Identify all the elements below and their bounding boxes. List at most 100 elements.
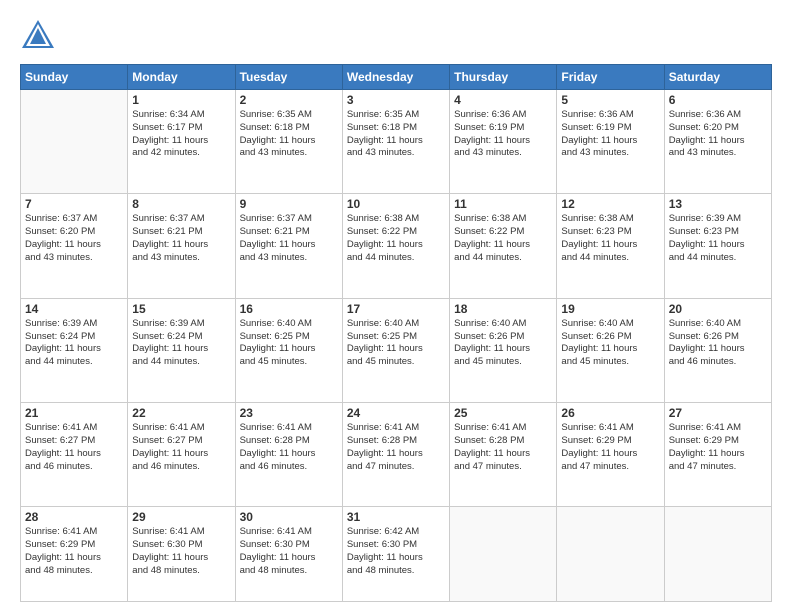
calendar-header-thursday: Thursday <box>450 65 557 90</box>
day-number: 10 <box>347 197 445 211</box>
day-number: 22 <box>132 406 230 420</box>
day-number: 27 <box>669 406 767 420</box>
calendar-cell: 8 Sunrise: 6:37 AM Sunset: 6:21 PM Daylig… <box>128 194 235 298</box>
cell-content: Sunrise: 6:40 AM Sunset: 6:26 PM Dayligh… <box>561 318 659 369</box>
calendar-week-row: 7Sunrise: 6:37 AM Sunset: 6:20 PM Daylig… <box>21 194 772 298</box>
cell-content: Sunrise: 6:41 AM Sunset: 6:29 PM Dayligh… <box>669 422 767 473</box>
calendar-cell: 25Sunrise: 6:41 AM Sunset: 6:28 PM Dayli… <box>450 403 557 507</box>
calendar-cell: 20 Sunrise: 6:40 AM Sunset: 6:26 PM Dayli… <box>664 298 771 402</box>
day-number: 31 <box>347 510 445 524</box>
day-number: 9 <box>240 197 338 211</box>
day-number: 19 <box>561 302 659 316</box>
cell-content: Sunrise: 6:40 AM Sunset: 6:25 PM Dayligh… <box>240 318 338 369</box>
day-number: 8 <box>132 197 230 211</box>
calendar-cell: 18 Sunrise: 6:40 AM Sunset: 6:26 PM Dayli… <box>450 298 557 402</box>
logo-icon <box>20 18 56 54</box>
cell-content: Sunrise: 6:41 AM Sunset: 6:30 PM Dayligh… <box>240 526 338 577</box>
cell-content: Sunrise: 6:41 AM Sunset: 6:28 PM Dayligh… <box>454 422 552 473</box>
calendar-cell: 4Sunrise: 6:36 AM Sunset: 6:19 PM Daylig… <box>450 90 557 194</box>
calendar-cell: 31 Sunrise: 6:42 AM Sunset: 6:30 PM Dayli… <box>342 507 449 602</box>
calendar-header-row: SundayMondayTuesdayWednesdayThursdayFrid… <box>21 65 772 90</box>
calendar-cell: 10Sunrise: 6:38 AM Sunset: 6:22 PM Dayli… <box>342 194 449 298</box>
day-number: 5 <box>561 93 659 107</box>
calendar-cell: 27 Sunrise: 6:41 AM Sunset: 6:29 PM Dayli… <box>664 403 771 507</box>
cell-content: Sunrise: 6:41 AM Sunset: 6:28 PM Dayligh… <box>240 422 338 473</box>
calendar-cell: 3 Sunrise: 6:35 AM Sunset: 6:18 PM Daylig… <box>342 90 449 194</box>
cell-content: Sunrise: 6:40 AM Sunset: 6:26 PM Dayligh… <box>454 318 552 369</box>
calendar-cell: 19 Sunrise: 6:40 AM Sunset: 6:26 PM Dayli… <box>557 298 664 402</box>
calendar-cell: 5Sunrise: 6:36 AM Sunset: 6:19 PM Daylig… <box>557 90 664 194</box>
calendar-cell: 11Sunrise: 6:38 AM Sunset: 6:22 PM Dayli… <box>450 194 557 298</box>
calendar-cell: 28Sunrise: 6:41 AM Sunset: 6:29 PM Dayli… <box>21 507 128 602</box>
cell-content: Sunrise: 6:41 AM Sunset: 6:30 PM Dayligh… <box>132 526 230 577</box>
cell-content: Sunrise: 6:41 AM Sunset: 6:27 PM Dayligh… <box>132 422 230 473</box>
cell-content: Sunrise: 6:35 AM Sunset: 6:18 PM Dayligh… <box>347 109 445 160</box>
day-number: 29 <box>132 510 230 524</box>
cell-content: Sunrise: 6:42 AM Sunset: 6:30 PM Dayligh… <box>347 526 445 577</box>
calendar-cell: 9Sunrise: 6:37 AM Sunset: 6:21 PM Daylig… <box>235 194 342 298</box>
calendar-cell <box>450 507 557 602</box>
calendar-week-row: 1 Sunrise: 6:34 AM Sunset: 6:17 PM Daylig… <box>21 90 772 194</box>
cell-content: Sunrise: 6:39 AM Sunset: 6:24 PM Dayligh… <box>132 318 230 369</box>
calendar-header-sunday: Sunday <box>21 65 128 90</box>
cell-content: Sunrise: 6:34 AM Sunset: 6:17 PM Dayligh… <box>132 109 230 160</box>
cell-content: Sunrise: 6:41 AM Sunset: 6:27 PM Dayligh… <box>25 422 123 473</box>
calendar-header-tuesday: Tuesday <box>235 65 342 90</box>
day-number: 7 <box>25 197 123 211</box>
day-number: 20 <box>669 302 767 316</box>
calendar-cell: 21 Sunrise: 6:41 AM Sunset: 6:27 PM Dayli… <box>21 403 128 507</box>
cell-content: Sunrise: 6:36 AM Sunset: 6:19 PM Dayligh… <box>454 109 552 160</box>
day-number: 16 <box>240 302 338 316</box>
cell-content: Sunrise: 6:38 AM Sunset: 6:22 PM Dayligh… <box>454 213 552 264</box>
cell-content: Sunrise: 6:38 AM Sunset: 6:23 PM Dayligh… <box>561 213 659 264</box>
calendar-cell <box>664 507 771 602</box>
day-number: 18 <box>454 302 552 316</box>
day-number: 13 <box>669 197 767 211</box>
day-number: 12 <box>561 197 659 211</box>
day-number: 2 <box>240 93 338 107</box>
calendar-week-row: 21 Sunrise: 6:41 AM Sunset: 6:27 PM Dayli… <box>21 403 772 507</box>
calendar-cell: 6 Sunrise: 6:36 AM Sunset: 6:20 PM Daylig… <box>664 90 771 194</box>
calendar-cell: 1 Sunrise: 6:34 AM Sunset: 6:17 PM Daylig… <box>128 90 235 194</box>
cell-content: Sunrise: 6:41 AM Sunset: 6:28 PM Dayligh… <box>347 422 445 473</box>
day-number: 26 <box>561 406 659 420</box>
cell-content: Sunrise: 6:35 AM Sunset: 6:18 PM Dayligh… <box>240 109 338 160</box>
day-number: 15 <box>132 302 230 316</box>
day-number: 21 <box>25 406 123 420</box>
day-number: 6 <box>669 93 767 107</box>
calendar-cell: 2 Sunrise: 6:35 AM Sunset: 6:18 PM Daylig… <box>235 90 342 194</box>
calendar-cell: 7Sunrise: 6:37 AM Sunset: 6:20 PM Daylig… <box>21 194 128 298</box>
calendar-cell <box>557 507 664 602</box>
calendar-cell <box>21 90 128 194</box>
cell-content: Sunrise: 6:39 AM Sunset: 6:24 PM Dayligh… <box>25 318 123 369</box>
day-number: 1 <box>132 93 230 107</box>
cell-content: Sunrise: 6:41 AM Sunset: 6:29 PM Dayligh… <box>561 422 659 473</box>
calendar-cell: 30 Sunrise: 6:41 AM Sunset: 6:30 PM Dayli… <box>235 507 342 602</box>
calendar-header-wednesday: Wednesday <box>342 65 449 90</box>
cell-content: Sunrise: 6:40 AM Sunset: 6:25 PM Dayligh… <box>347 318 445 369</box>
calendar-cell: 23 Sunrise: 6:41 AM Sunset: 6:28 PM Dayli… <box>235 403 342 507</box>
day-number: 30 <box>240 510 338 524</box>
calendar-header-friday: Friday <box>557 65 664 90</box>
calendar-week-row: 28Sunrise: 6:41 AM Sunset: 6:29 PM Dayli… <box>21 507 772 602</box>
calendar-cell: 17 Sunrise: 6:40 AM Sunset: 6:25 PM Dayli… <box>342 298 449 402</box>
header <box>20 18 772 54</box>
calendar-header-saturday: Saturday <box>664 65 771 90</box>
calendar-header-monday: Monday <box>128 65 235 90</box>
day-number: 17 <box>347 302 445 316</box>
cell-content: Sunrise: 6:36 AM Sunset: 6:20 PM Dayligh… <box>669 109 767 160</box>
logo <box>20 18 60 54</box>
cell-content: Sunrise: 6:40 AM Sunset: 6:26 PM Dayligh… <box>669 318 767 369</box>
day-number: 28 <box>25 510 123 524</box>
calendar-cell: 16 Sunrise: 6:40 AM Sunset: 6:25 PM Dayli… <box>235 298 342 402</box>
calendar-cell: 14 Sunrise: 6:39 AM Sunset: 6:24 PM Dayli… <box>21 298 128 402</box>
day-number: 3 <box>347 93 445 107</box>
page: SundayMondayTuesdayWednesdayThursdayFrid… <box>0 0 792 612</box>
calendar-week-row: 14 Sunrise: 6:39 AM Sunset: 6:24 PM Dayli… <box>21 298 772 402</box>
calendar-cell: 12 Sunrise: 6:38 AM Sunset: 6:23 PM Dayli… <box>557 194 664 298</box>
day-number: 14 <box>25 302 123 316</box>
cell-content: Sunrise: 6:37 AM Sunset: 6:21 PM Dayligh… <box>132 213 230 264</box>
calendar-cell: 29 Sunrise: 6:41 AM Sunset: 6:30 PM Dayli… <box>128 507 235 602</box>
day-number: 23 <box>240 406 338 420</box>
calendar-cell: 22 Sunrise: 6:41 AM Sunset: 6:27 PM Dayli… <box>128 403 235 507</box>
